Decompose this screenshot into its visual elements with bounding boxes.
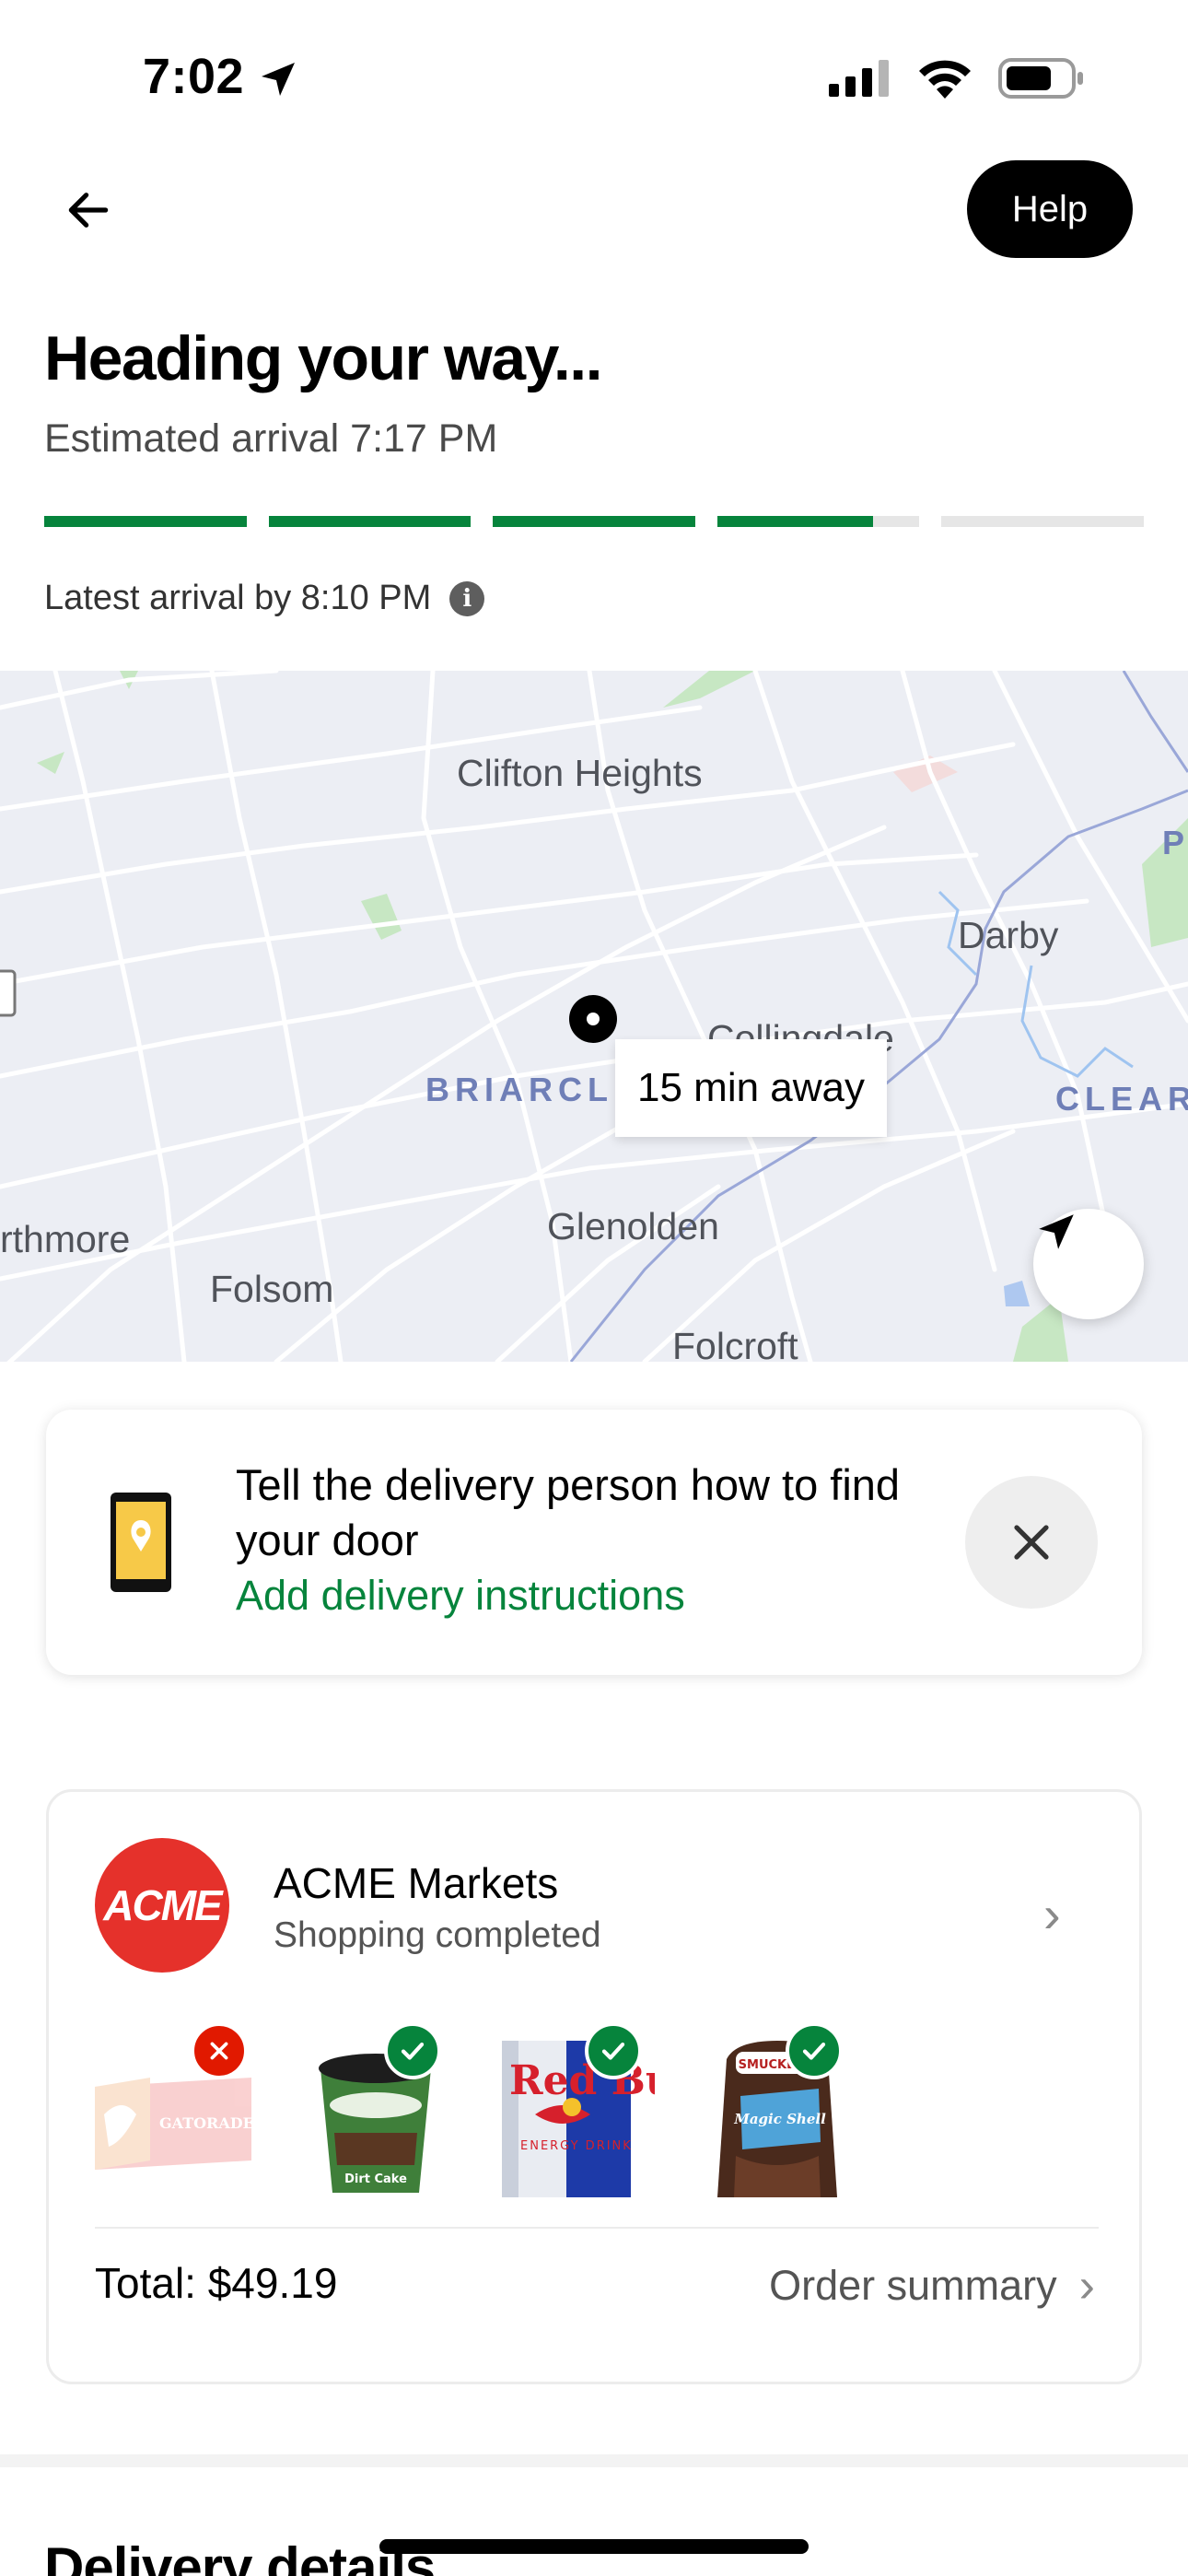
back-button[interactable] <box>52 173 125 247</box>
store-name[interactable]: ACME Markets <box>274 1858 558 1908</box>
order-item-red-bull[interactable]: Red Bull ENERGY DRINK <box>498 2022 655 2207</box>
order-item-gatorade[interactable]: GATORADE <box>95 2022 251 2207</box>
instructions-title: Tell the delivery person how to find you… <box>236 1460 901 1564</box>
latest-arrival-text: Latest arrival by 8:10 PM <box>44 579 432 617</box>
order-total: Total: $49.19 <box>95 2259 338 2307</box>
info-icon[interactable]: i <box>449 580 485 616</box>
svg-text:ENERGY DRINK: ENERGY DRINK <box>520 2139 633 2153</box>
check-icon <box>601 2043 625 2060</box>
close-icon <box>1014 1525 1049 1560</box>
map-label: Darby <box>958 914 1059 956</box>
order-items: GATORADE Dirt Cake Red B ENERGY DRINK SM… <box>95 2022 1108 2207</box>
delivery-instructions-card[interactable]: Tell the delivery person how to find you… <box>46 1410 1142 1675</box>
delivery-map[interactable]: Clifton Heights Darby Collingdale BRIARC… <box>0 671 1188 1362</box>
map-label: Folsom <box>210 1268 334 1310</box>
arrow-left-icon <box>68 193 109 228</box>
unavailable-badge <box>191 2022 248 2079</box>
order-item-magic-shell[interactable]: SMUCKER'S Magic Shell <box>699 2022 856 2207</box>
gatorade-label-text: GATORADE <box>159 2114 251 2132</box>
page-title: Heading your way... <box>44 323 603 393</box>
navigation-arrow-icon <box>1039 1214 1074 1249</box>
order-summary-label: Order summary <box>769 2262 1057 2309</box>
courier-location-pin[interactable] <box>569 995 617 1043</box>
progress-segment <box>493 516 695 527</box>
latest-arrival: Latest arrival by 8:10 PM i <box>44 579 485 618</box>
magic-shell-label-text: Magic Shell <box>733 2111 826 2127</box>
phone-location-icon <box>111 1493 171 1592</box>
order-item-ben-jerrys[interactable]: Dirt Cake <box>297 2022 454 2207</box>
map-label: Clifton Heights <box>457 752 703 794</box>
divider <box>95 2227 1099 2229</box>
status-bar: 7:02 <box>0 0 1188 157</box>
found-badge <box>384 2022 441 2079</box>
store-status: Shopping completed <box>274 1915 601 1955</box>
order-summary-link[interactable]: Order summary › <box>769 2258 1095 2313</box>
eta-chip: 15 min away <box>615 1039 888 1137</box>
help-button[interactable]: Help <box>967 160 1133 258</box>
found-badge <box>585 2022 642 2079</box>
chevron-right-icon[interactable]: › <box>1043 1884 1061 1944</box>
home-indicator[interactable] <box>379 2539 809 2554</box>
estimated-arrival: Estimated arrival 7:17 PM <box>44 416 498 461</box>
map-label: Folcroft <box>672 1325 798 1362</box>
delivery-progress-bar <box>44 516 1144 527</box>
section-separator <box>0 2454 1188 2467</box>
map-label: rthmore <box>0 1218 131 1260</box>
map-label: Glenolden <box>547 1205 719 1247</box>
wifi-icon <box>919 60 971 99</box>
map-label: CLEAR <box>1055 1080 1188 1118</box>
map-label: BRIARCL <box>425 1071 613 1108</box>
cellular-signal-icon <box>829 60 889 97</box>
progress-segment <box>44 516 247 527</box>
store-logo: ACME <box>95 1838 229 1973</box>
chevron-right-icon: › <box>1078 2259 1095 2313</box>
status-time: 7:02 <box>143 49 245 104</box>
progress-segment <box>716 516 920 527</box>
recenter-button[interactable] <box>1033 1209 1144 1319</box>
check-icon <box>401 2043 425 2060</box>
battery-icon <box>998 58 1083 99</box>
ice-cream-label-text: Dirt Cake <box>344 2172 407 2186</box>
location-arrow-icon <box>262 63 295 96</box>
dismiss-button[interactable] <box>965 1476 1098 1609</box>
add-delivery-instructions-link[interactable]: Add delivery instructions <box>236 1572 685 1620</box>
x-icon <box>210 2042 228 2060</box>
progress-segment <box>268 516 472 527</box>
progress-segment <box>941 516 1144 527</box>
check-icon <box>802 2043 826 2060</box>
map-label: P <box>1162 824 1188 861</box>
store-order-card: ACME ACME Markets Shopping completed › G… <box>46 1789 1142 2384</box>
delivery-details-heading: Delivery details <box>44 2536 436 2576</box>
found-badge <box>786 2022 843 2079</box>
